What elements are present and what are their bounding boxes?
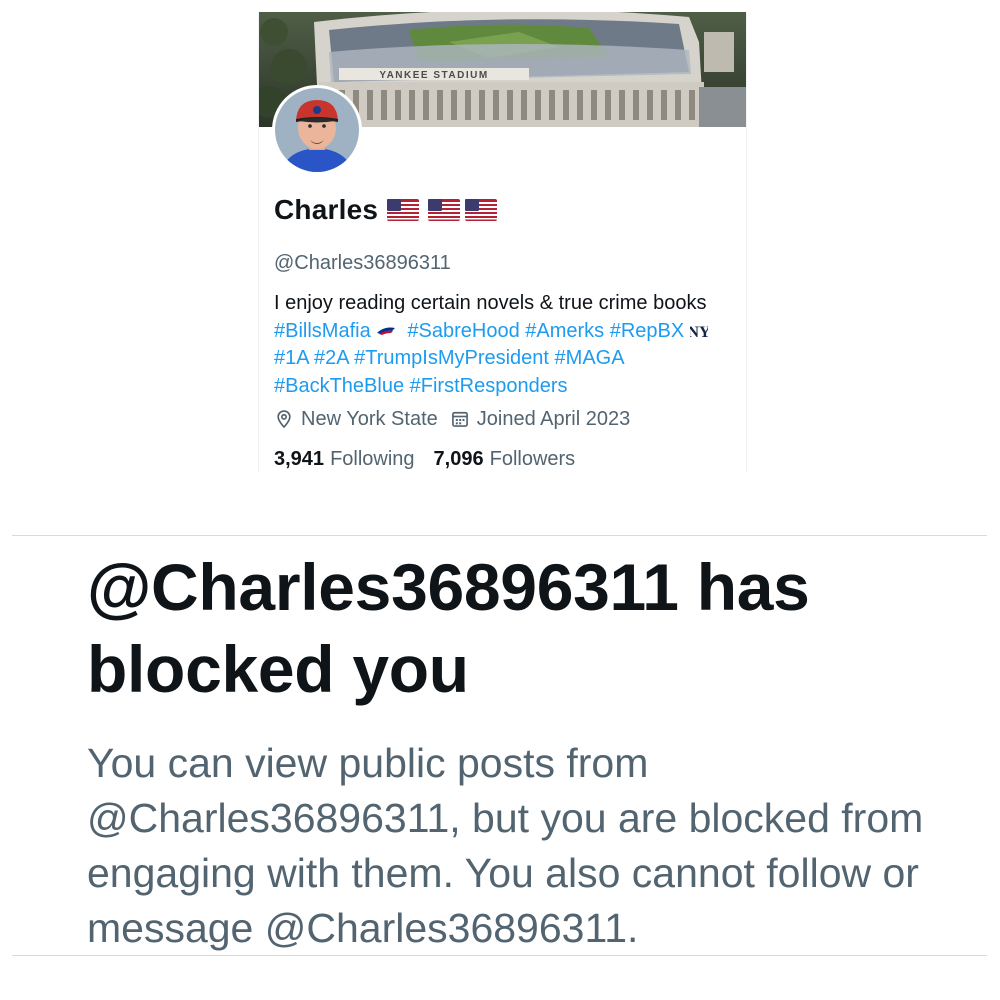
hashtag-link[interactable]: #MAGA xyxy=(555,347,624,369)
join-date-text: Joined April 2023 xyxy=(476,407,631,430)
following-count: 3,941 xyxy=(274,447,325,470)
blocked-description: You can view public posts from @Charles3… xyxy=(87,740,924,951)
profile-photo-image xyxy=(275,88,359,172)
hashtag-link[interactable]: #TrumpIsMyPresident xyxy=(354,347,549,369)
hashtag-link[interactable]: #FirstResponders xyxy=(410,375,568,397)
hashtag-link[interactable]: #RepBX xyxy=(610,320,685,342)
followers-count: 7,096 xyxy=(433,447,484,470)
profile-meta: New York State Joined April 2023 xyxy=(274,406,630,432)
yankees-logo-icon: NY xyxy=(690,324,708,340)
profile-card: YANKEE STADIUM Charles @Charles36896311 … xyxy=(258,12,747,473)
us-flag-icon xyxy=(387,199,420,221)
bills-logo-icon xyxy=(377,327,396,336)
hashtag-link[interactable]: #Amerks xyxy=(525,320,604,342)
bio: I enjoy reading certain novels & true cr… xyxy=(274,290,734,400)
followers-link[interactable]: 7,096 Followers xyxy=(434,448,576,471)
location: New York State xyxy=(274,408,438,431)
blocked-title: @Charles36896311 has blocked you xyxy=(87,550,810,706)
hashtag-link[interactable]: #SabreHood xyxy=(407,320,519,342)
hashtag-link[interactable]: #BillsMafia xyxy=(274,320,371,342)
followers-label: Followers xyxy=(489,447,576,470)
location-text: New York State xyxy=(301,407,438,430)
avatar[interactable] xyxy=(272,85,362,175)
hashtag-link[interactable]: #BackTheBlue xyxy=(274,375,404,397)
display-name: Charles xyxy=(274,194,498,226)
hashtag-link[interactable]: #1A xyxy=(274,347,308,369)
bio-text: I enjoy reading certain novels & true cr… xyxy=(274,292,707,314)
us-flag-icon xyxy=(465,199,498,221)
calendar-icon xyxy=(451,411,468,427)
svg-text:YANKEE STADIUM: YANKEE STADIUM xyxy=(379,70,488,81)
join-date: Joined April 2023 xyxy=(450,408,630,431)
hashtag-link[interactable]: #2A xyxy=(314,347,348,369)
following-link[interactable]: 3,941 Following xyxy=(274,448,415,471)
following-label: Following xyxy=(330,447,415,470)
follow-stats: 3,941 Following 7,096 Followers xyxy=(274,446,575,472)
blocked-notice: @Charles36896311 has blocked you You can… xyxy=(12,535,987,956)
display-name-text: Charles xyxy=(274,194,379,225)
handle: @Charles36896311 xyxy=(274,252,451,274)
location-pin-icon xyxy=(277,410,291,429)
svg-text:NY: NY xyxy=(690,324,708,340)
us-flag-icon xyxy=(428,199,461,221)
